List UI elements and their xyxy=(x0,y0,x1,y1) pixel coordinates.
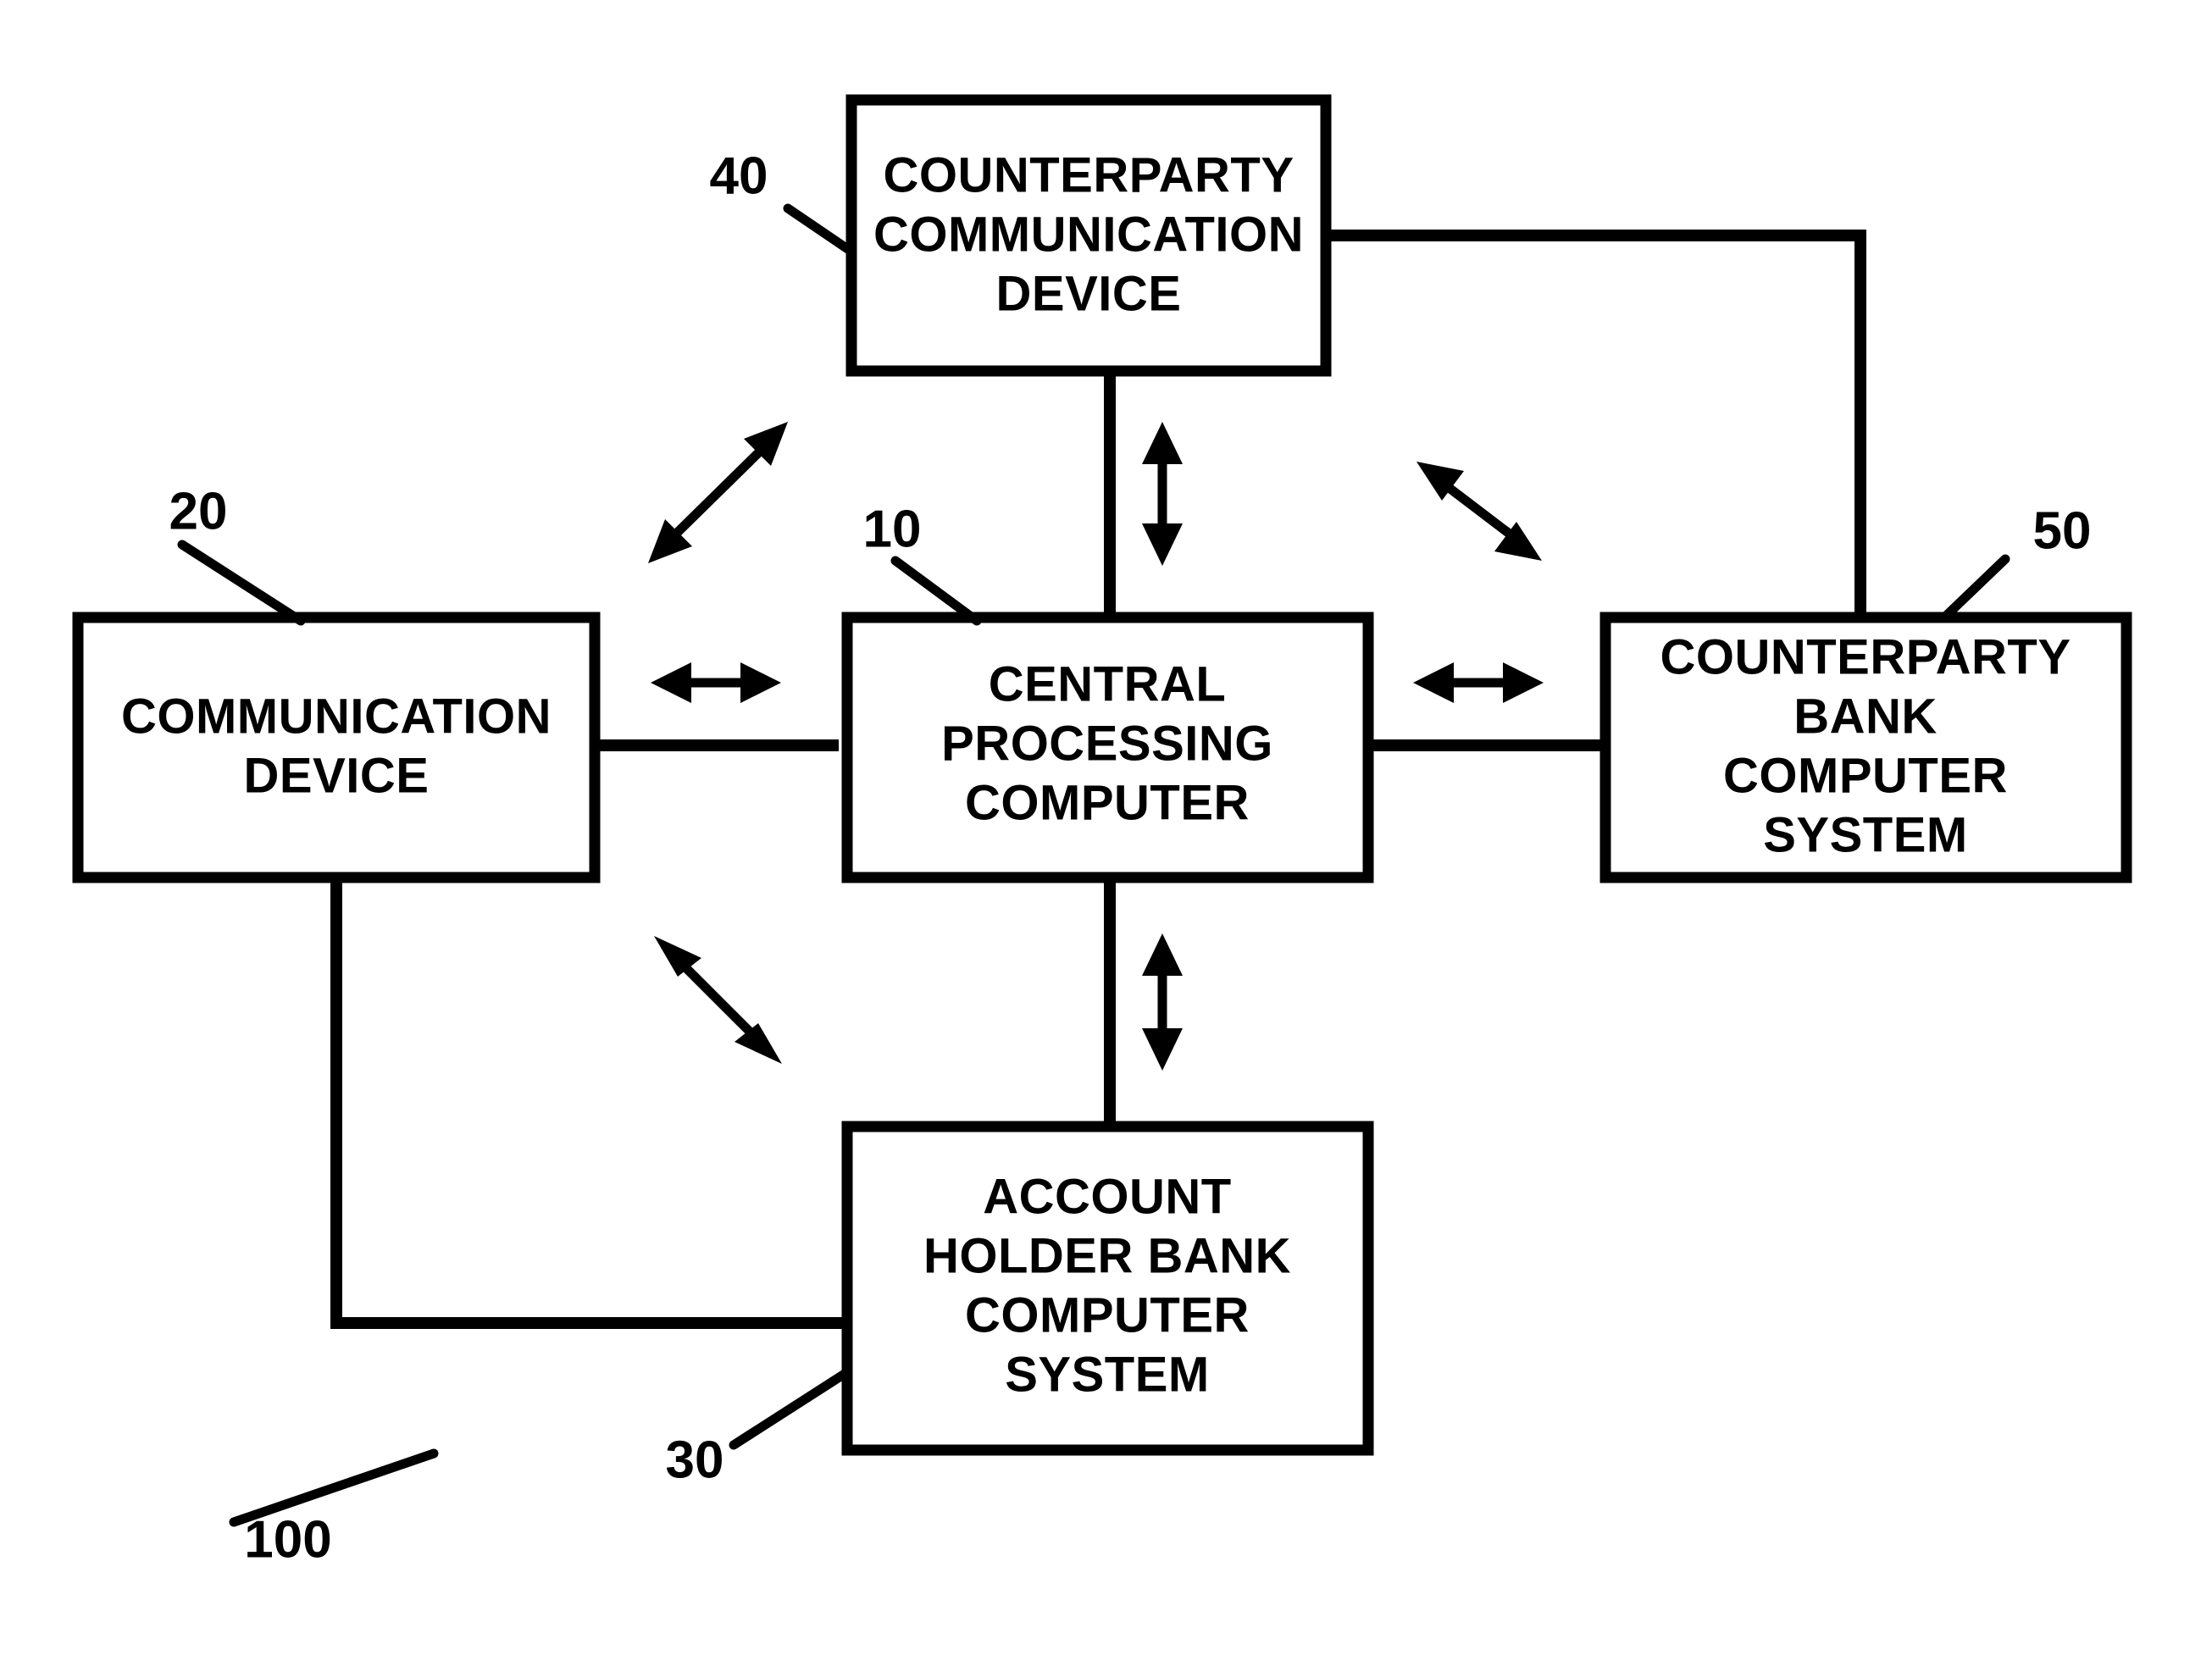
box-counterparty-communication-device-line1: COUNTERPARTY xyxy=(883,147,1294,202)
box-counterparty-bank-line2: BANK xyxy=(1793,689,1938,744)
box-central-processing-computer[interactable]: CENTRAL PROCESSING COMPUTER xyxy=(841,612,1374,883)
leader-line-40 xyxy=(783,203,857,257)
leader-line-10 xyxy=(890,556,982,626)
box-account-holder-bank-line2: HOLDER BANK xyxy=(923,1228,1291,1283)
arrow-central-processing-computer-counterparty-bank xyxy=(1413,662,1544,703)
box-communication-device-line1: COMMUNICATION xyxy=(121,689,552,744)
patent-figure: COUNTERPARTY COMMUNICATION DEVICE COMMUN… xyxy=(0,0,2212,1672)
arrow-counterparty-communication-device-counterparty-bank xyxy=(1416,462,1542,561)
arrow-central-processing-computer-account-holder-bank xyxy=(1142,933,1183,1071)
box-central-processing-computer-line3: COMPUTER xyxy=(965,775,1250,830)
box-counterparty-bank-line4: SYSTEM xyxy=(1763,807,1968,862)
box-counterparty-communication-device[interactable]: COUNTERPARTY COMMUNICATION DEVICE xyxy=(845,94,1332,377)
box-account-holder-bank-line1: ACCOUNT xyxy=(983,1169,1231,1224)
ref-numeral-30: 30 xyxy=(666,1431,724,1489)
arrow-central-processing-computer-counterparty-communication-device xyxy=(1142,422,1183,566)
leader-line-20 xyxy=(177,540,306,626)
box-central-processing-computer-line2: PROCESSING xyxy=(941,716,1273,771)
connector-communication-device-to-account-holder-bank xyxy=(330,878,847,1329)
box-account-holder-bank-line4: SYSTEM xyxy=(1005,1347,1210,1402)
ref-numeral-20: 20 xyxy=(169,482,228,540)
box-communication-device-line2: DEVICE xyxy=(244,748,430,803)
box-counterparty-bank-computer-system[interactable]: COUNTERPARTY BANK COMPUTER SYSTEM xyxy=(1599,612,2132,883)
box-counterparty-communication-device-line2: COMMUNICATION xyxy=(873,207,1304,262)
leader-line-50 xyxy=(1938,554,2010,623)
leader-line-30 xyxy=(729,1367,852,1450)
ref-numeral-40: 40 xyxy=(710,147,768,205)
box-account-holder-bank-computer-system[interactable]: ACCOUNT HOLDER BANK COMPUTER SYSTEM xyxy=(841,1121,1374,1456)
box-counterparty-bank-line1: COUNTERPARTY xyxy=(1660,629,2071,684)
ref-numeral-10: 10 xyxy=(863,500,922,558)
box-counterparty-bank-line3: COMPUTER xyxy=(1723,748,2008,803)
box-central-processing-computer-line1: CENTRAL xyxy=(989,656,1227,711)
box-account-holder-bank-line3: COMPUTER xyxy=(965,1287,1250,1343)
connector-counterparty-communication-device-to-counterparty-bank xyxy=(1326,230,1866,618)
arrow-communication-device-counterparty-communication-device xyxy=(648,422,788,563)
ref-numeral-50: 50 xyxy=(2033,501,2092,560)
ref-numeral-100: 100 xyxy=(244,1510,331,1569)
box-counterparty-communication-device-line3: DEVICE xyxy=(996,266,1182,321)
box-communication-device[interactable]: COMMUNICATION DEVICE xyxy=(72,612,601,883)
arrow-communication-device-account-holder-bank xyxy=(654,936,782,1064)
system-block-diagram: COUNTERPARTY COMMUNICATION DEVICE COMMUN… xyxy=(72,94,2132,1569)
arrow-communication-device-central-processing-computer xyxy=(651,662,781,703)
